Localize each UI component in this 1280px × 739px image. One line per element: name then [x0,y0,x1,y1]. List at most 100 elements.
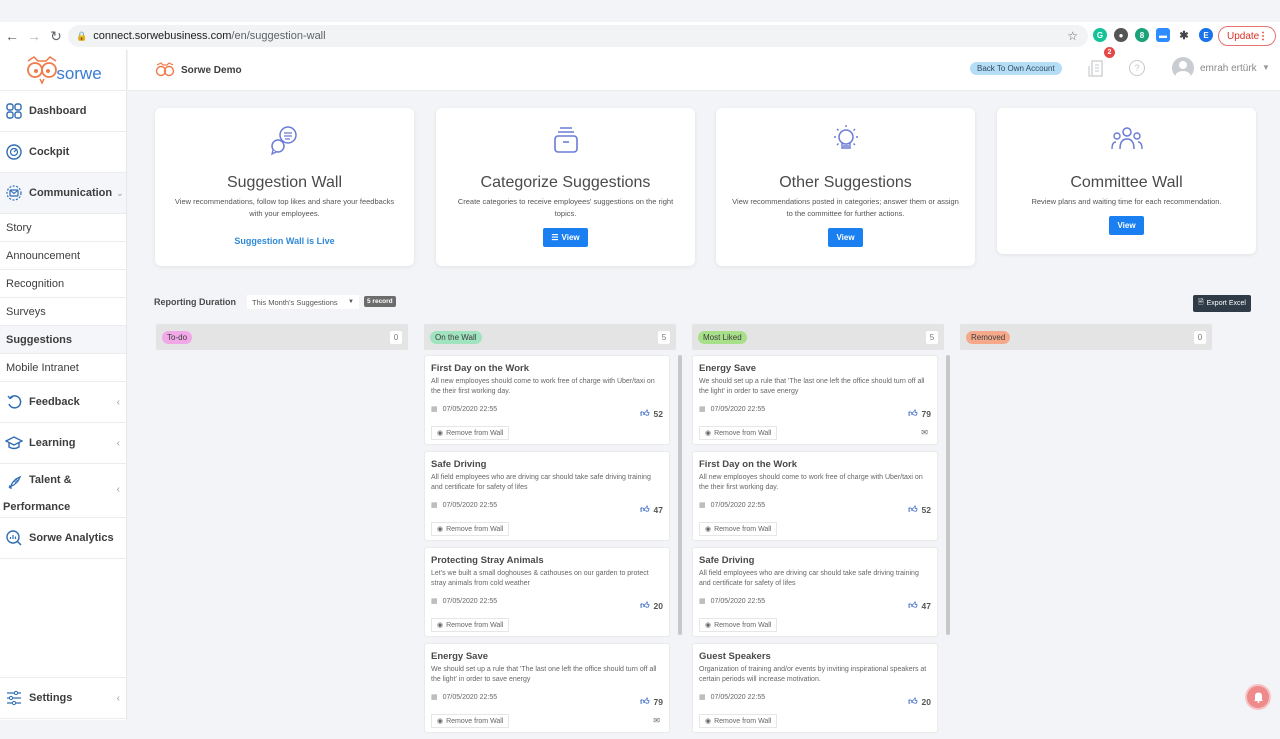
suggestion-card[interactable]: Energy Save We should set up a rule that… [692,355,938,445]
reload-button[interactable]: ↻ [45,25,67,47]
column-scrollbar[interactable] [678,355,682,635]
like-counter[interactable]: 👍︎ 52 [640,408,663,419]
zoom-extension-icon[interactable]: ▬ [1156,28,1170,42]
sidebar: sorwe Dashboard Cockpit Communication ⌄ … [0,50,127,720]
sorwe-logo[interactable]: sorwe [0,50,126,91]
extension-badge-icon[interactable]: 8 [1135,28,1149,42]
remove-from-wall-button[interactable]: ◉ Remove from Wall [699,618,778,632]
sidebar-item-settings[interactable]: Settings ‹ [0,677,126,719]
chevron-left-icon: ‹ [116,437,120,449]
remove-from-wall-button[interactable]: ◉ Remove from Wall [431,426,510,440]
like-count: 47 [921,600,931,611]
suggestion-title: Energy Save [699,363,757,374]
button-label: Remove from Wall [446,621,504,629]
like-counter[interactable]: 👍︎ 79 [908,408,931,419]
other-suggestions-view-button[interactable]: View [828,228,863,247]
user-name[interactable]: emrah ertürk [1200,63,1257,74]
like-counter[interactable]: 👍︎ 47 [908,600,931,611]
suggestion-date: 07/05/2020 22:55 [442,501,498,509]
grammarly-extension-icon[interactable]: G [1093,28,1107,42]
mail-icon [5,184,23,202]
like-counter[interactable]: 👍︎ 20 [640,600,663,611]
update-label: Update [1227,30,1260,42]
profile-icon[interactable]: E [1199,28,1213,42]
envelope-icon[interactable]: ✉ [921,428,928,437]
column-count: 0 [390,331,402,344]
sidebar-item-sorwe-analytics[interactable]: Sorwe Analytics [0,518,126,559]
column-status-pill: To-do [162,330,193,344]
sidebar-item-talent-performance[interactable]: Talent & Performance ‹ [0,464,126,518]
column-header: To-do 0 [156,324,408,350]
reporting-duration-select[interactable]: This Month's Suggestions ▼ [247,295,359,309]
address-bar[interactable]: 🔒 connect.sorwebusiness.com/en/suggestio… [68,25,1088,47]
like-counter[interactable]: 👍︎ 20 [908,696,931,707]
url-path: /en/suggestion-wall [231,30,326,42]
user-avatar[interactable] [1172,57,1194,79]
sidebar-item-communication[interactable]: Communication ⌄ [0,173,126,214]
puzzle-extensions-icon[interactable]: ✱ [1177,28,1191,42]
suggestion-title: Safe Driving [431,459,487,470]
kanban-column-to-do: To-do 0 [156,324,408,350]
eye-slash-icon: ◉ [705,718,712,725]
sidebar-subitem-mobile-intranet[interactable]: Mobile Intranet [0,354,126,382]
suggestion-card[interactable]: First Day on the Work All new emplooyes … [424,355,670,445]
card-title: Committee Wall [1070,174,1183,191]
suggestion-card[interactable]: Safe Driving All field employees who are… [424,451,670,541]
sidebar-label: Sorwe Analytics [29,532,114,544]
like-counter[interactable]: 👍︎ 79 [640,696,663,707]
back-button[interactable]: ← [1,25,23,47]
suggestion-card[interactable]: First Day on the Work All new emplooyes … [692,451,938,541]
reports-icon[interactable] [1088,60,1104,81]
extension-icon[interactable]: ● [1114,28,1128,42]
like-counter[interactable]: 👍︎ 47 [640,504,663,515]
calendar-icon: ▦ [431,694,438,701]
url-host: connect.sorwebusiness.com [93,30,232,42]
like-counter[interactable]: 👍︎ 52 [908,504,931,515]
card-description: Review plans and waiting time for each r… [1031,197,1222,206]
suggestion-card[interactable]: Safe Driving All field employees who are… [692,547,938,637]
remove-from-wall-button[interactable]: ◉ Remove from Wall [431,618,510,632]
committee-wall-view-button[interactable]: View [1109,216,1144,235]
sidebar-item-cockpit[interactable]: Cockpit [0,132,126,173]
gauge-icon [5,143,23,161]
remove-from-wall-button[interactable]: ◉ Remove from Wall [699,522,778,536]
eye-slash-icon: ◉ [705,430,712,437]
suggestion-wall-live-link[interactable]: Suggestion Wall is Live [234,236,334,246]
suggestion-card[interactable]: Protecting Stray Animals Let's we built … [424,547,670,637]
column-header: Most Liked 5 [692,324,944,350]
calendar-icon: ▦ [431,502,438,509]
export-excel-button[interactable]: 🗎 Export Excel [1193,295,1251,312]
update-button[interactable]: Update ⋮ [1218,26,1276,46]
remove-from-wall-button[interactable]: ◉ Remove from Wall [699,426,778,440]
sidebar-subitem-surveys[interactable]: Surveys [0,298,126,326]
remove-from-wall-button[interactable]: ◉ Remove from Wall [431,522,510,536]
sidebar-item-dashboard[interactable]: Dashboard [0,91,126,132]
caret-down-icon: ▼ [348,299,354,305]
column-scrollbar[interactable] [946,355,950,635]
column-status-pill: On the Wall [430,330,482,344]
envelope-icon[interactable]: ✉ [653,716,660,725]
sidebar-subitem-suggestions[interactable]: Suggestions [0,326,126,354]
sidebar-item-feedback[interactable]: Feedback ‹ [0,382,126,423]
sidebar-subitem-story[interactable]: Story [0,214,126,242]
help-icon[interactable]: ? [1129,60,1145,76]
remove-from-wall-button[interactable]: ◉ Remove from Wall [699,714,778,728]
sidebar-subitem-announcement[interactable]: Announcement [0,242,126,270]
user-menu-caret-icon[interactable]: ▼ [1262,63,1270,72]
archive-box-icon [436,124,695,160]
notification-count-badge: 2 [1104,47,1115,58]
card-title: Categorize Suggestions [480,174,651,191]
notification-bell-button[interactable] [1247,686,1269,708]
sliders-icon [5,689,23,707]
back-to-own-account-button[interactable]: Back To Own Account [970,62,1062,75]
forward-button[interactable]: → [23,25,45,47]
sidebar-item-learning[interactable]: Learning ‹ [0,423,126,464]
sidebar-label: Dashboard [29,105,87,117]
eye-slash-icon: ◉ [705,622,712,629]
bookmark-star-icon[interactable]: ☆ [1067,29,1078,43]
remove-from-wall-button[interactable]: ◉ Remove from Wall [431,714,510,728]
sidebar-subitem-recognition[interactable]: Recognition [0,270,126,298]
calendar-icon: ▦ [699,598,706,605]
categorize-view-button[interactable]: ☰ View [543,228,588,247]
card-description: Create categories to receive employees' … [457,197,674,218]
